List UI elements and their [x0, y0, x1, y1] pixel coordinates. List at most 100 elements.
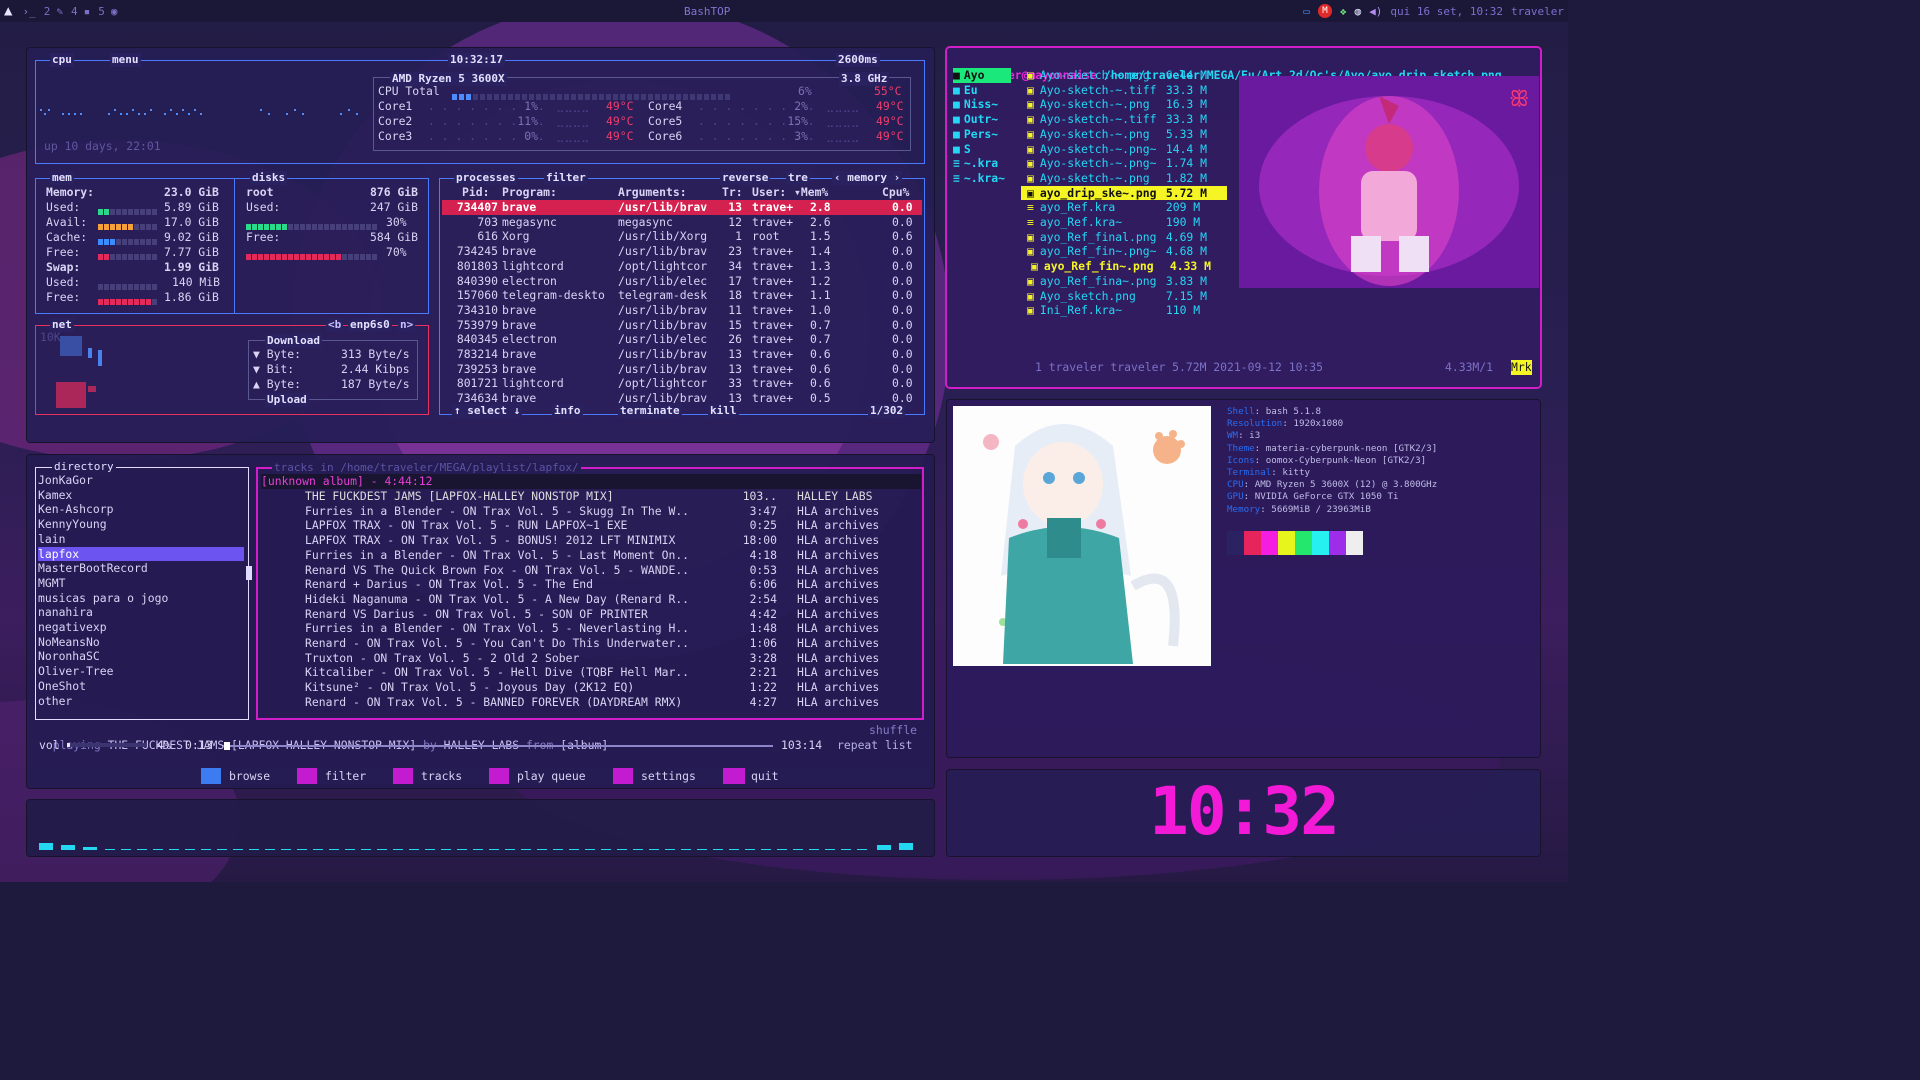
- volume-icon[interactable]: ◀): [1369, 5, 1382, 18]
- directory-item[interactable]: Oliver-Tree: [38, 664, 244, 679]
- steam-icon[interactable]: ◉: [111, 5, 118, 18]
- monitor-icon[interactable]: ▭: [1303, 5, 1310, 18]
- mega-icon[interactable]: M: [1317, 4, 1332, 18]
- directory-item[interactable]: musicas para o jogo: [38, 591, 244, 606]
- process-row[interactable]: 734310 brave/usr/lib/brav 11 trave+ 1.0 0.0: [442, 303, 922, 318]
- process-row[interactable]: 734245 brave/usr/lib/brav 23 trave+ 1.4 0.0: [442, 244, 922, 259]
- ranger-file-item[interactable]: ▣ ayo_Ref_fina~.png 3.83 M: [1021, 274, 1221, 289]
- ranger-file-item[interactable]: ▣ ayo_Ref_final.png 4.69 M: [1021, 230, 1221, 245]
- ranger-file-item[interactable]: ▣ ayo_Ref_fin~.png~ 4.68 M: [1021, 244, 1221, 259]
- ranger-file-item[interactable]: ≡ ayo_Ref.kra~ 190 M: [1021, 215, 1221, 230]
- directory-item[interactable]: Ken-Ashcorp: [38, 502, 244, 517]
- ranger-dir-item[interactable]: ■ S: [953, 142, 1011, 157]
- app-icon[interactable]: ❖: [1340, 5, 1347, 18]
- directory-item[interactable]: Kamex: [38, 488, 244, 503]
- process-row[interactable]: 703 megasync megasync 12 trave+ 2.6 0.0: [442, 215, 922, 230]
- directory-item[interactable]: NoronhaSC: [38, 649, 244, 664]
- ranger-file-item[interactable]: ≡ ayo_Ref.kra 209 M: [1021, 200, 1221, 215]
- directory-item[interactable]: other: [38, 694, 244, 709]
- process-row[interactable]: 753979 brave/usr/lib/brav 15 trave+ 0.7 0.0: [442, 318, 922, 333]
- header-cpu[interactable]: Cpu%: [882, 185, 909, 200]
- process-row[interactable]: 801803 lightcord/opt/lightcor 34 trave+ 1.3 0…: [442, 259, 922, 274]
- cmus-window[interactable]: directory JonKaGor Kamex Ken-Ashcorp KennyY…: [27, 455, 934, 788]
- bashtop-window[interactable]: cpu menu 10:32:17 2600ms up 10 days, 22:…: [27, 48, 934, 442]
- process-row[interactable]: 840345 electron/usr/lib/elec 26 trave+ 0.7 0.…: [442, 332, 922, 347]
- process-row[interactable]: 157060 telegram-deskto telegram-desk 18 trav…: [442, 288, 922, 303]
- refresh-rate[interactable]: 2600ms: [836, 53, 880, 67]
- pencil-icon[interactable]: ✎: [56, 5, 63, 18]
- tree-toggle[interactable]: tre: [786, 171, 810, 185]
- directory-item[interactable]: KennyYoung: [38, 517, 244, 532]
- header-pid[interactable]: Pid:: [462, 185, 489, 200]
- header-args[interactable]: Arguments:: [618, 185, 687, 200]
- ranger-file-item[interactable]: ▣ Ayo-sketch-~.tiff 33.3 M: [1021, 112, 1221, 127]
- ranger-window[interactable]: traveler@mayonnaise /home/traveler/MEGA/…: [947, 48, 1540, 387]
- select-button[interactable]: ↑ select ↓: [452, 404, 523, 418]
- mem-tab[interactable]: mem: [50, 171, 74, 185]
- directory-item[interactable]: JonKaGor: [38, 473, 244, 488]
- process-row[interactable]: 739253 brave/usr/lib/brav 13 trave+ 0.6 0.0: [442, 362, 922, 377]
- directory-item[interactable]: OneShot: [38, 679, 244, 694]
- header-threads[interactable]: Tr:: [722, 185, 743, 200]
- process-row[interactable]: 616 Xorg/usr/lib/Xorg 1 root 1.5 0.6: [442, 229, 922, 244]
- ranger-file-item[interactable]: ▣ ayo_drip_ske~.png 5.72 M: [1021, 185, 1227, 201]
- process-row[interactable]: 783214 brave/usr/lib/brav 13 trave+ 0.6 0.0: [442, 347, 922, 362]
- ranger-file-item[interactable]: ▣ Ayo-sketch-~.png~ 1.74 M: [1021, 156, 1221, 171]
- keybind-settings[interactable]: settings: [641, 768, 696, 784]
- workspace-4[interactable]: 4: [71, 5, 78, 18]
- repeat-status[interactable]: repeat list: [837, 738, 912, 753]
- discord-icon[interactable]: ◍: [1355, 5, 1362, 18]
- process-row[interactable]: 801721 lightcord/opt/lightcor 33 trave+ 0.6 0…: [442, 376, 922, 391]
- cpu-tab[interactable]: cpu: [50, 53, 74, 67]
- ranger-file-item[interactable]: ▣ Ayo-sketch-~.png~ 14.4 M: [1021, 142, 1221, 157]
- reverse-toggle[interactable]: reverse: [720, 171, 771, 185]
- directory-panel[interactable]: directory JonKaGor Kamex Ken-Ashcorp KennyY…: [35, 460, 252, 720]
- directory-item[interactable]: negativexp: [38, 620, 244, 635]
- ranger-file-item[interactable]: ▣ Ayo-sketch-~.png 1.82 M: [1021, 171, 1221, 186]
- ranger-dir-item[interactable]: ■ Eu: [953, 83, 1011, 98]
- ranger-dir-item[interactable]: ■ Niss~: [953, 97, 1011, 112]
- neofetch-window[interactable]: Shell: bash 5.1.8 Resolution: 1920x1080 WM…: [947, 400, 1540, 757]
- keybind-tracks[interactable]: tracks: [421, 768, 462, 784]
- workspace-2[interactable]: 2: [44, 5, 51, 18]
- ranger-dir-item[interactable]: ≡ ~.kra~: [953, 171, 1011, 186]
- ranger-file-item[interactable]: ▣ Ayo-sketch-~.png 16.3 M: [1021, 97, 1221, 112]
- ranger-file-item[interactable]: ▣ Ayo-sketch-~.png 6.44 M: [1021, 68, 1221, 83]
- directory-scrollbar[interactable]: [246, 566, 252, 580]
- directory-item[interactable]: nanahira: [38, 605, 244, 620]
- ranger-file-item[interactable]: ▣ Ayo-sketch-~.tiff 33.3 M: [1021, 83, 1221, 98]
- filter-tab[interactable]: filter: [544, 171, 588, 185]
- sort-memory[interactable]: ‹ memory ›: [832, 171, 903, 185]
- chat-icon[interactable]: ▪: [84, 5, 91, 18]
- process-row[interactable]: 734407 brave/usr/lib/brav 13 trave+ 2.8 0.0: [442, 200, 922, 215]
- directory-item[interactable]: lain: [38, 532, 244, 547]
- directory-item[interactable]: lapfox: [38, 546, 244, 562]
- ranger-dir-item[interactable]: ■ Ayo: [953, 68, 1011, 83]
- keybind-quit[interactable]: quit: [751, 768, 778, 784]
- process-row[interactable]: 840390 electron/usr/lib/elec 17 trave+ 1.2 0.…: [442, 274, 922, 289]
- tracks-panel[interactable]: tracks in /home/traveler/MEGA/playlist/l…: [256, 461, 924, 720]
- ranger-file-item[interactable]: ▣ Ayo-sketch-~.png 5.33 M: [1021, 127, 1221, 142]
- ranger-file-item[interactable]: ▣ Ayo_sketch.png 7.15 M: [1021, 289, 1221, 304]
- directory-item[interactable]: MasterBootRecord: [38, 561, 244, 576]
- header-program[interactable]: Program:: [502, 185, 557, 200]
- progress-slider[interactable]: [223, 742, 773, 750]
- keybind-browse[interactable]: browse: [229, 768, 270, 784]
- processes-tab[interactable]: processes: [454, 171, 518, 185]
- kill-button[interactable]: kill: [708, 404, 739, 418]
- workspace-1[interactable]: ›_: [22, 5, 35, 18]
- menu-tab[interactable]: menu: [110, 53, 141, 67]
- ranger-dir-item[interactable]: ≡ ~.kra: [953, 156, 1011, 171]
- ranger-dir-item[interactable]: ■ Pers~: [953, 127, 1011, 142]
- processes-panel[interactable]: processes filter reverse tre ‹ memory › …: [439, 171, 925, 418]
- directory-item[interactable]: MGMT: [38, 576, 244, 591]
- ranger-dir-item[interactable]: ■ Outr~: [953, 112, 1011, 127]
- info-button[interactable]: info: [552, 404, 583, 418]
- disks-tab[interactable]: disks: [250, 171, 288, 185]
- net-prev-iface[interactable]: <b: [326, 318, 344, 332]
- volume-slider[interactable]: [67, 743, 147, 747]
- workspace-5[interactable]: 5: [98, 5, 105, 18]
- ranger-file-item[interactable]: ▣ ayo_Ref_fin~.png 4.33 M: [1021, 259, 1221, 274]
- shuffle-status[interactable]: shuffle: [869, 723, 917, 738]
- arch-icon[interactable]: ▲: [4, 3, 12, 19]
